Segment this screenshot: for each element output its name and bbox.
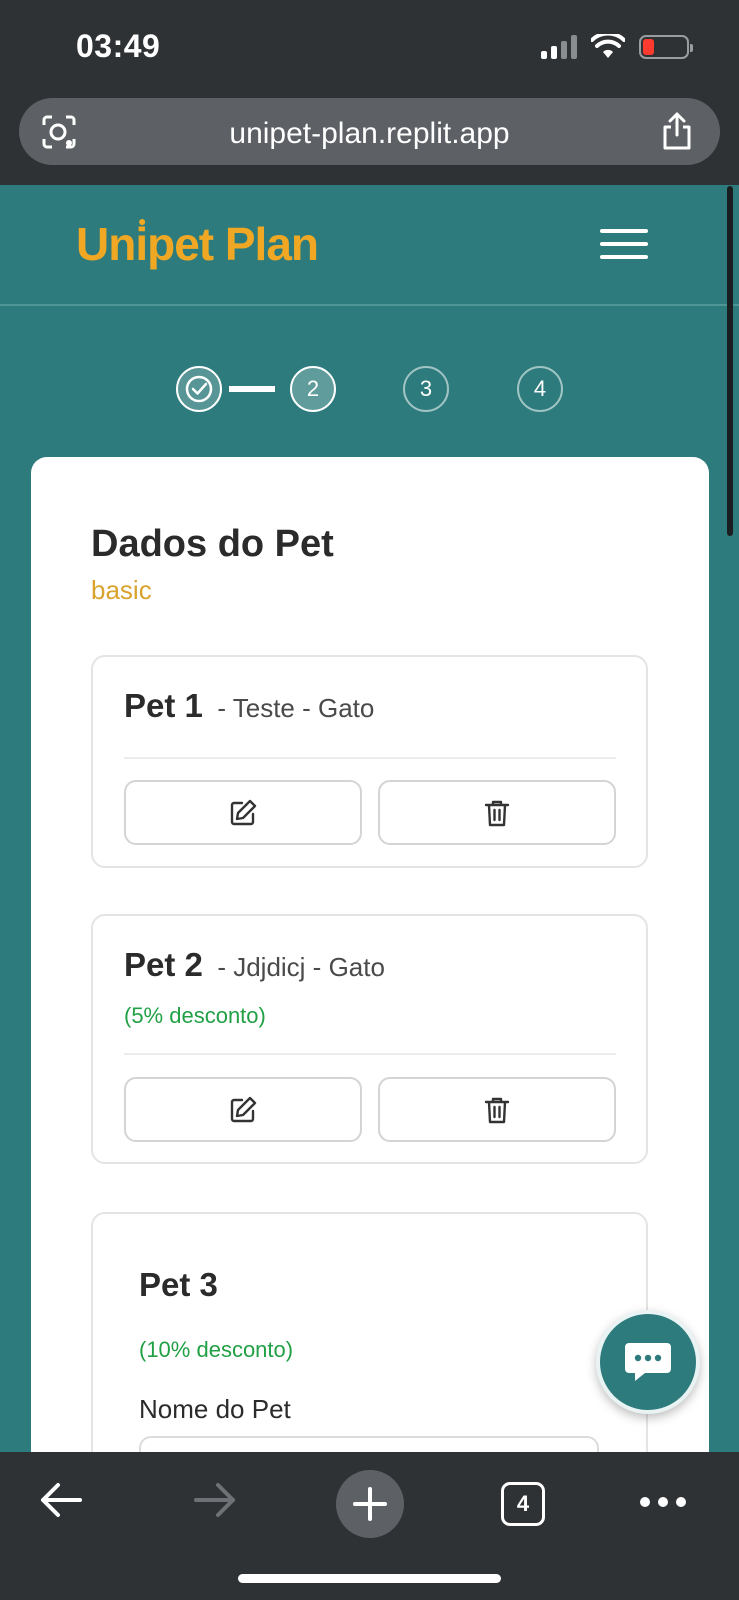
step-connector <box>229 386 275 392</box>
plus-icon <box>353 1487 387 1521</box>
pet-details: - Jdjdicj - Gato <box>217 952 385 982</box>
menu-icon <box>600 229 648 233</box>
address-bar[interactable]: unipet-plan.replit.app <box>19 98 720 165</box>
progress-stepper: 2 3 4 <box>0 366 739 412</box>
pet-name: Pet 2 <box>124 946 203 983</box>
trash-icon <box>484 800 510 826</box>
step-1-complete <box>176 366 222 412</box>
edit-icon <box>230 1096 257 1122</box>
edit-pet-button[interactable] <box>124 1077 362 1142</box>
pet-form-title: Pet 3 <box>139 1266 218 1303</box>
page-scrollbar[interactable] <box>727 186 733 536</box>
more-icon[interactable] <box>640 1497 686 1507</box>
divider <box>124 757 616 759</box>
browser-url-area: unipet-plan.replit.app <box>0 92 739 185</box>
step-3: 3 <box>403 366 449 412</box>
chat-button[interactable] <box>596 1310 700 1414</box>
delete-pet-button[interactable] <box>378 780 616 845</box>
status-icons <box>541 34 693 60</box>
page-title: Dados do Pet <box>91 523 334 565</box>
pet-details: - Teste - Gato <box>217 693 375 723</box>
discount-label: (10% desconto) <box>139 1337 294 1362</box>
delete-pet-button[interactable] <box>378 1077 616 1142</box>
forward-arrow-icon[interactable] <box>192 1480 238 1520</box>
hamburger-menu-button[interactable] <box>600 229 648 263</box>
tabs-button[interactable]: 4 <box>501 1482 545 1526</box>
status-time: 03:49 <box>76 28 161 64</box>
cellular-signal-icon <box>541 35 577 59</box>
edit-pet-button[interactable] <box>124 780 362 845</box>
discount-label: (5% desconto) <box>124 1003 266 1028</box>
share-icon[interactable] <box>660 111 694 151</box>
pet-name: Pet 1 <box>124 687 203 724</box>
step-4: 4 <box>517 366 563 412</box>
plan-name: basic <box>91 575 152 605</box>
check-icon <box>185 375 213 403</box>
url-text[interactable]: unipet-plan.replit.app <box>19 117 720 151</box>
wifi-icon <box>591 34 625 58</box>
home-indicator <box>238 1574 501 1583</box>
pet-name-label: Nome do Pet <box>139 1394 291 1424</box>
trash-icon <box>484 1097 510 1123</box>
battery-icon <box>639 35 693 59</box>
pet-item: Pet 1 - Teste - Gato <box>91 655 648 868</box>
app-header: Unipet Plan ● <box>0 185 739 306</box>
new-tab-button[interactable] <box>336 1470 404 1538</box>
status-bar: 03:49 <box>0 0 739 92</box>
pet-data-card: Dados do Pet basic Pet 1 - Teste - Gato … <box>31 457 709 1600</box>
divider <box>124 1053 616 1055</box>
brand-logo[interactable]: Unipet Plan <box>76 217 319 271</box>
edit-icon <box>230 799 257 825</box>
pet-item: Pet 2 - Jdjdicj - Gato (5% desconto) <box>91 914 648 1164</box>
chat-icon <box>625 1343 671 1381</box>
step-2: 2 <box>290 366 336 412</box>
paw-icon: ● <box>138 213 147 229</box>
back-arrow-icon[interactable] <box>38 1480 84 1520</box>
